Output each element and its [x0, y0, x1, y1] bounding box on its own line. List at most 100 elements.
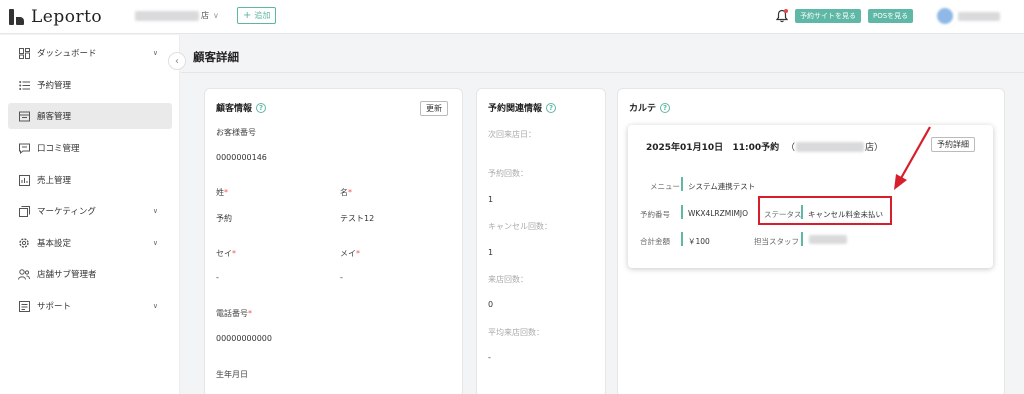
chevron-down-icon: ∨ [152, 207, 158, 215]
total-label: 合計金額 [640, 237, 670, 246]
sidebar-item-label: 売上管理 [37, 176, 72, 186]
chevron-down-icon: ∨ [213, 11, 219, 20]
sidebar-item-marketing[interactable]: マーケティング ∨ [8, 198, 172, 224]
first-kana-value: - [340, 273, 343, 282]
first-name-label: 名* [340, 188, 352, 197]
birthday-label: 生年月日 [216, 370, 248, 379]
reservation-info-title: 予約関連情報 ? [488, 101, 557, 114]
divider-bar [801, 232, 803, 246]
cancel-count-value: 1 [488, 248, 494, 257]
customer-icon [18, 110, 30, 122]
annotation-highlight-box [758, 196, 892, 225]
first-kana-label: メイ* [340, 249, 360, 258]
customer-info-card: 顧客情報 ? 更新 お客様番号 0000000146 姓* 名* 予約 テスト1… [204, 88, 463, 394]
plus-icon: + [243, 9, 252, 21]
reservation-store: （ 店） [786, 141, 884, 153]
notification-dot [784, 9, 788, 13]
store-selector[interactable]: 店 ∨ [135, 10, 219, 21]
divider-bar [681, 205, 683, 219]
sidebar-item-label: ダッシュボード [37, 49, 97, 59]
sidebar-item-reservations[interactable]: 予約管理 [8, 72, 172, 98]
comment-icon [18, 142, 30, 154]
sidebar-item-dashboard[interactable]: ダッシュボード ∨ [8, 40, 172, 66]
staff-label: 担当スタッフ [754, 237, 799, 246]
last-kana-label: セイ* [216, 249, 236, 258]
sidebar-item-support[interactable]: サポート ∨ [8, 293, 172, 319]
help-icon[interactable]: ? [256, 102, 267, 113]
reservation-count-value: 1 [488, 195, 494, 204]
menu-value: システム連携テスト [688, 182, 756, 191]
total-value: ￥100 [688, 237, 710, 246]
support-icon [18, 300, 30, 312]
reservation-detail-button[interactable]: 予約詳細 [931, 137, 975, 152]
sidebar: ダッシュボード ∨ 予約管理 顧客管理 口コミ管理 売上管理 マーケティング ∨ [0, 35, 180, 394]
visit-count-label: 来店回数： [488, 275, 528, 284]
avg-visit-value: - [488, 353, 491, 362]
customer-number-label: お客様番号 [216, 128, 256, 137]
chart-icon [18, 174, 30, 186]
chevron-down-icon: ∨ [152, 302, 158, 310]
store-name-redacted [135, 10, 199, 21]
view-pos-button[interactable]: POSを見る [868, 9, 914, 23]
reservation-info-card: 予約関連情報 ? 次回来店日： 予約回数： 1 キャンセル回数： 1 来店回数：… [476, 88, 606, 394]
gear-icon [18, 237, 30, 249]
marketing-icon [18, 205, 30, 217]
add-button[interactable]: + 追加 [237, 7, 277, 24]
notification-bell[interactable] [775, 9, 789, 23]
sidebar-item-reviews[interactable]: 口コミ管理 [8, 135, 172, 161]
divider-bar [681, 232, 683, 246]
sidebar-item-customers[interactable]: 顧客管理 [8, 103, 172, 129]
sidebar-item-sub-admins[interactable]: 店舗サブ管理者 [8, 261, 172, 287]
store-name-redacted [796, 141, 865, 152]
reservation-number-label: 予約番号 [640, 210, 670, 219]
help-icon[interactable]: ? [546, 102, 557, 113]
sidebar-item-sales[interactable]: 売上管理 [8, 167, 172, 193]
karte-title: カルテ ? [629, 101, 671, 114]
reservation-number-value: WKX4LRZMIMJO [688, 209, 749, 218]
chevron-left-icon: ‹ [175, 55, 179, 67]
list-icon [18, 79, 30, 91]
phone-value: 00000000000 [216, 334, 272, 343]
dashboard-icon [18, 47, 30, 59]
avg-visit-label: 平均来店回数： [488, 328, 544, 337]
chevron-down-icon: ∨ [152, 49, 158, 57]
reservation-count-label: 予約回数： [488, 169, 528, 178]
divider [181, 72, 1024, 73]
sidebar-item-label: 店舗サブ管理者 [37, 270, 97, 280]
users-icon [18, 268, 30, 280]
last-name-value: 予約 [216, 214, 232, 223]
next-visit-label: 次回来店日： [488, 130, 536, 139]
logo-text: Leporto [31, 7, 103, 27]
logo-icon [8, 8, 26, 26]
sidebar-item-label: サポート [37, 302, 72, 312]
top-bar: Leporto 店 ∨ + 追加 予約サイトを見る POSを見る [0, 0, 1024, 34]
first-name-value: テスト12 [340, 214, 375, 223]
customer-info-title: 顧客情報 ? [216, 101, 267, 114]
collapse-sidebar-button[interactable]: ‹ [168, 52, 186, 70]
last-kana-value: - [216, 273, 219, 282]
page-title: 顧客詳細 [193, 50, 239, 64]
avatar[interactable] [937, 8, 953, 24]
cancel-count-label: キャンセル回数： [488, 222, 552, 231]
user-name-redacted [958, 12, 1000, 21]
sidebar-item-label: 予約管理 [37, 81, 72, 91]
update-button[interactable]: 更新 [420, 101, 448, 116]
sidebar-item-settings[interactable]: 基本設定 ∨ [8, 230, 172, 256]
divider-bar [681, 177, 683, 191]
staff-name-redacted [809, 235, 847, 244]
help-icon[interactable]: ? [660, 102, 671, 113]
phone-label: 電話番号* [216, 309, 252, 318]
reservation-datetime: 2025年01月10日 11:00予約 [646, 143, 780, 153]
menu-label: メニュー [650, 182, 680, 191]
sidebar-item-label: マーケティング [37, 207, 96, 217]
store-suffix: 店 [201, 11, 209, 20]
add-button-label: 追加 [254, 11, 271, 20]
chevron-down-icon: ∨ [152, 239, 158, 247]
sidebar-item-label: 顧客管理 [37, 112, 72, 122]
last-name-label: 姓* [216, 188, 228, 197]
visit-count-value: 0 [488, 300, 494, 309]
view-reservation-site-button[interactable]: 予約サイトを見る [795, 9, 861, 23]
customer-number-value: 0000000146 [216, 153, 267, 162]
sidebar-item-label: 基本設定 [37, 239, 72, 249]
logo[interactable]: Leporto [8, 6, 102, 28]
